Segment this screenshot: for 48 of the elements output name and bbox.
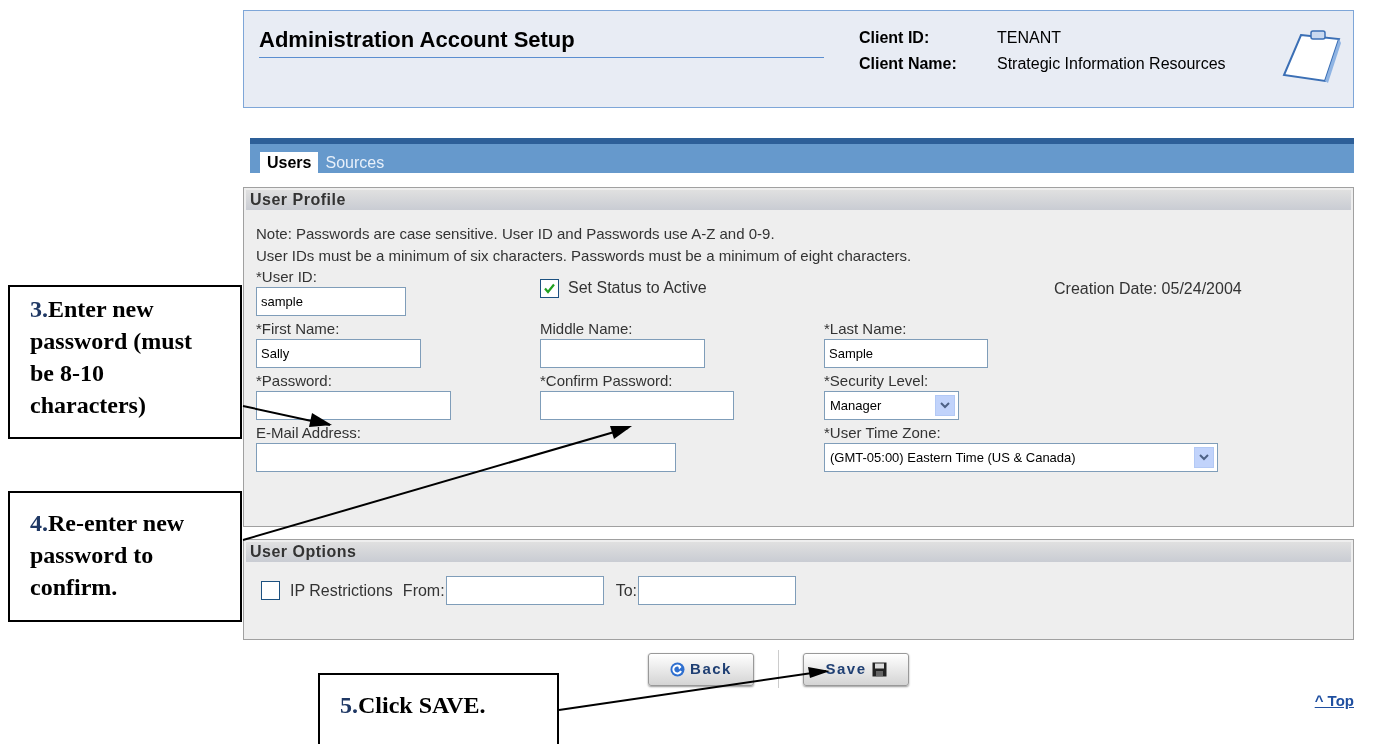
checkbox[interactable] <box>261 581 280 600</box>
ip-from-field[interactable] <box>445 576 604 605</box>
client-id-label: Client ID: <box>859 28 931 48</box>
field-label: *User Time Zone: <box>824 424 942 442</box>
checkbox-label: Set Status to Active <box>568 278 707 298</box>
callout-box: 3.Enter new password (must be 8-10 characters) <box>8 285 242 439</box>
ip-to-field[interactable] <box>638 576 796 605</box>
tab[interactable]: Users <box>260 152 319 173</box>
last-name-field[interactable]: Sample <box>824 339 988 368</box>
note-text: Note: Passwords are case sensitive. User ID and Passwords use A-Z and 0-9. <box>256 224 776 244</box>
field-label: To: <box>615 580 637 601</box>
top-link[interactable]: ^ Top <box>1314 690 1354 713</box>
select-value: (GMT-05:00) Eastern Time (US & Canada) <box>829 448 1077 467</box>
field-label: *Password: <box>256 372 333 390</box>
back-button[interactable]: Back <box>648 652 754 686</box>
client-id-value: TENANT <box>997 28 1062 48</box>
confirm-password-field[interactable] <box>540 391 734 420</box>
select-value: Manager <box>829 396 883 415</box>
back-arrow-icon <box>670 661 686 677</box>
save-button[interactable]: Save <box>803 652 909 686</box>
field-label: Middle Name: <box>540 320 634 338</box>
time-zone-select[interactable]: (GMT-05:00) Eastern Time (US & Canada) <box>824 443 1218 472</box>
callout-box: 5.Click SAVE. <box>318 673 559 744</box>
security-level-select[interactable]: Manager <box>824 391 959 420</box>
client-name-label: Client Name: <box>859 54 958 74</box>
clipboard-icon <box>1281 27 1343 85</box>
middle-name-field[interactable] <box>540 339 705 368</box>
callout-box: 4.Re-enter new password to confirm. <box>8 491 242 622</box>
field-label: *Security Level: <box>824 372 930 390</box>
checkbox[interactable] <box>540 278 559 298</box>
field-label: *Last Name: <box>824 320 908 338</box>
password-field[interactable] <box>256 391 451 420</box>
user-id-field[interactable]: sample <box>256 287 406 316</box>
client-name-value: Strategic Information Resources <box>997 54 1226 74</box>
creation-date: Creation Date: 05/24/2004 <box>1054 280 1242 297</box>
checkbox-label: IP Restrictions <box>290 580 393 601</box>
checkmark-icon <box>543 281 556 295</box>
field-label: E-Mail Address: <box>256 424 363 442</box>
section-header: User Options <box>246 542 1351 562</box>
note-text: User IDs must be a minimum of six characters. Passwords must be a minimum of eight characters. <box>256 246 913 266</box>
first-name-field[interactable]: Sally <box>256 339 421 368</box>
email-field[interactable] <box>256 443 676 472</box>
section-header: User Profile <box>246 190 1351 210</box>
field-label: *User ID: <box>256 268 318 286</box>
field-label: *First Name: <box>256 320 341 338</box>
field-label: From: <box>402 580 445 601</box>
page-title: Administration Account Setup <box>259 25 824 58</box>
field-label: *Confirm Password: <box>540 372 674 390</box>
